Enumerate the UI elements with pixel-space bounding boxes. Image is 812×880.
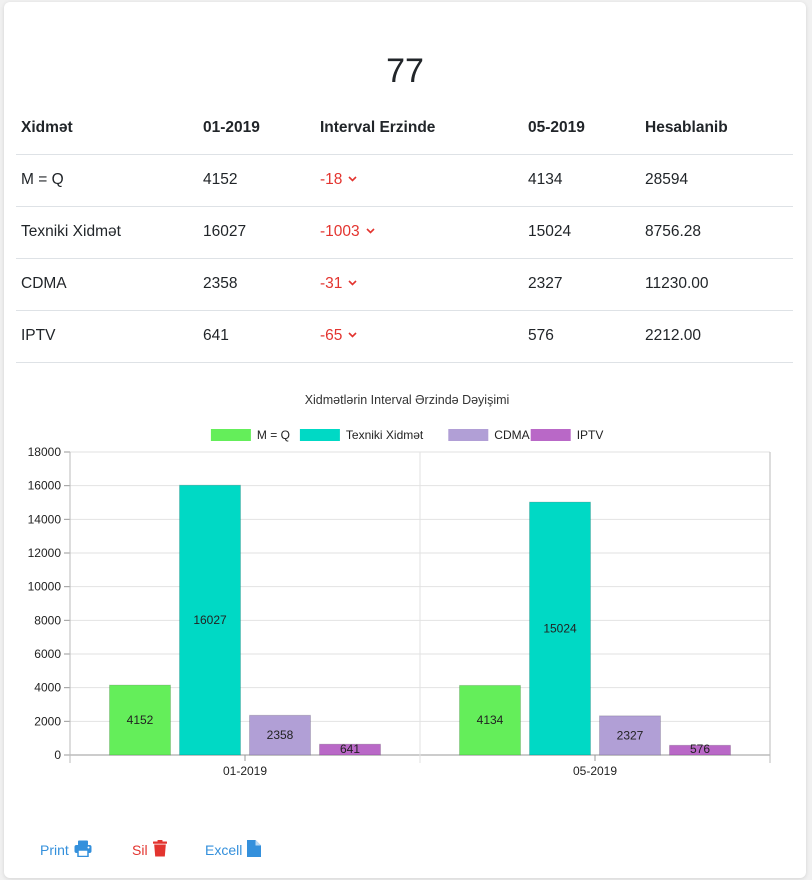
bar-value-label: 641 (340, 742, 360, 756)
y-tick-label: 8000 (34, 613, 61, 627)
y-tick-label: 0 (54, 748, 61, 762)
cell-end: 4134 (523, 154, 640, 207)
bar-value-label: 4134 (477, 713, 504, 727)
cell-service: M = Q (16, 154, 198, 207)
delta-value: -1003 (320, 223, 360, 240)
bar-value-label: 2358 (267, 728, 294, 742)
cell-delta: -1003 (315, 206, 523, 259)
legend-label: CDMA (494, 428, 529, 442)
chevron-down-icon (366, 228, 375, 234)
cell-delta: -18 (315, 154, 523, 207)
report-card: 77 Xidmət 01-2019 Interval Erzinde 05-20… (4, 2, 806, 878)
bar-value-label: 2327 (617, 728, 644, 742)
bar-value-label: 4152 (127, 713, 154, 727)
chevron-down-icon (348, 332, 357, 338)
cell-delta: -31 (315, 258, 523, 311)
print-label: Print (40, 842, 69, 858)
x-tick-label: 05-2019 (573, 764, 617, 778)
chevron-down-icon (348, 176, 357, 182)
cell-start: 641 (198, 310, 315, 363)
y-tick-label: 12000 (28, 546, 62, 560)
cell-service: CDMA (16, 258, 198, 311)
cell-end: 2327 (523, 258, 640, 311)
file-icon (247, 840, 262, 857)
delta-value: -31 (320, 275, 343, 292)
bar-value-label: 15024 (543, 622, 577, 636)
legend-swatch (530, 429, 571, 441)
printer-icon (74, 840, 92, 857)
header-start: 01-2019 (198, 102, 315, 155)
legend-swatch (448, 429, 489, 441)
delete-button[interactable]: Sil (132, 835, 167, 857)
x-tick-label: 01-2019 (223, 764, 267, 778)
trash-icon (152, 840, 167, 857)
cell-start: 16027 (198, 206, 315, 259)
cell-end: 576 (523, 310, 640, 363)
delta-value: -65 (320, 327, 343, 344)
table-row: CDMA 2358 -31 2327 11230.00 (16, 258, 793, 311)
delta-value: -18 (320, 171, 343, 188)
y-tick-label: 14000 (28, 512, 62, 526)
table-row: M = Q 4152 -18 4134 28594 (16, 154, 793, 207)
print-button[interactable]: Print (40, 835, 92, 857)
header-interval: Interval Erzinde (315, 102, 523, 155)
cell-end: 15024 (523, 206, 640, 259)
service-table: Xidmət 01-2019 Interval Erzinde 05-2019 … (16, 102, 793, 363)
table-row: IPTV 641 -65 576 2212.00 (16, 310, 793, 363)
cell-start: 4152 (198, 154, 315, 207)
legend-label: IPTV (577, 428, 604, 442)
legend-swatch (210, 429, 251, 441)
bar-chart: Xidmətlərin Interval Ərzində Dəyişimi M =… (28, 393, 771, 778)
cell-calculated: 8756.28 (640, 206, 793, 259)
header-calculated: Hesablanib (640, 102, 793, 155)
legend-label: M = Q (257, 428, 290, 442)
legend-label: Texniki Xidmət (346, 428, 424, 442)
table-header-row: Xidmət 01-2019 Interval Erzinde 05-2019 … (16, 102, 793, 155)
cell-delta: -65 (315, 310, 523, 363)
y-tick-label: 18000 (28, 445, 62, 459)
chart-title: Xidmətlərin Interval Ərzində Dəyişimi (305, 393, 510, 407)
bar-value-label: 576 (690, 742, 710, 756)
cell-calculated: 11230.00 (640, 258, 793, 311)
y-tick-label: 10000 (28, 580, 62, 594)
delete-label: Sil (132, 842, 148, 858)
y-tick-label: 16000 (28, 479, 62, 493)
cell-service: Texniki Xidmət (16, 206, 198, 259)
header-service: Xidmət (16, 102, 198, 155)
cell-calculated: 2212.00 (640, 310, 793, 363)
cell-service: IPTV (16, 310, 198, 363)
legend-swatch (299, 429, 340, 441)
y-tick-label: 4000 (34, 681, 61, 695)
chevron-down-icon (348, 280, 357, 286)
table-row: Texniki Xidmət 16027 -1003 15024 8756.28 (16, 206, 793, 259)
summary-value: 77 (386, 52, 424, 90)
excel-label: Excell (205, 842, 243, 858)
bar-value-label: 16027 (193, 613, 227, 627)
excel-button[interactable]: Excell (205, 835, 262, 858)
header-end: 05-2019 (523, 102, 640, 155)
y-tick-label: 2000 (34, 714, 61, 728)
cell-start: 2358 (198, 258, 315, 311)
cell-calculated: 28594 (640, 154, 793, 207)
y-tick-label: 6000 (34, 647, 61, 661)
chart-container: Xidmətlərin Interval Ərzində Dəyişimi M =… (4, 382, 804, 787)
